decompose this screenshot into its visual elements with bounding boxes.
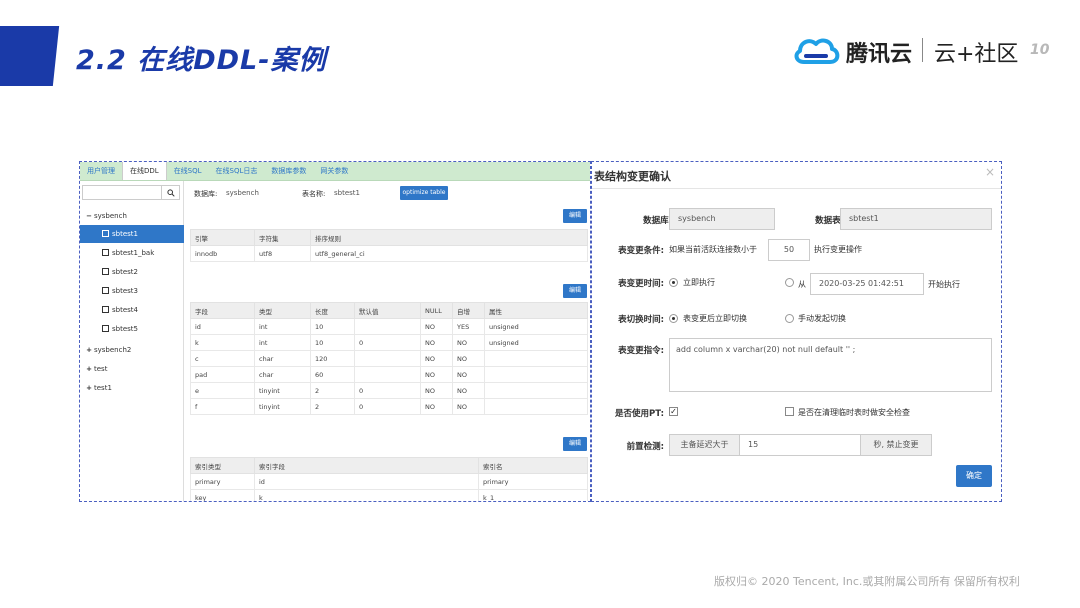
search-icon [166,188,175,197]
edit-engine-button[interactable]: 编辑 [563,209,587,223]
time-now-label: 立即执行 [683,278,715,287]
tencent-cloud-logo-icon [794,38,840,64]
col-header: 排序规则 [310,229,588,246]
copyright-footer: 版权归© 2020 Tencent, Inc.或其附属公司所有 保留所有权利 [714,575,1020,588]
table-icon [102,268,109,275]
optimize-table-button[interactable]: optimize table [400,186,448,200]
table-row: f tinyint 2 0 NO NO [190,398,588,415]
pt-label: 是否使用PT: [615,409,664,419]
logo-separator [922,38,923,62]
tab-online-sql-log[interactable]: 在线SQL日志 [209,162,265,180]
engine-table: 引擎 字符集 排序规则 innodb utf8 utf8_general_ci [190,229,588,262]
index-table: 索引类型 索引字段 索引名 primary id primary key k k_1 [190,457,588,501]
db-value: sysbench [226,189,259,197]
cond-prefix: 如果当前活跃连接数小于 [669,245,757,254]
table-row: primary id primary [190,473,588,490]
col-header: 引擎 [190,229,255,246]
time-suffix: 开始执行 [928,280,960,289]
table-icon [102,306,109,313]
logo-text: 腾讯云 [846,42,913,67]
online-ddl-panel: 用户管理 在线DDL 在线SQL 在线SQL日志 数据库参数 网关参数 − sys… [79,161,591,502]
tab-db-params[interactable]: 数据库参数 [264,162,313,180]
table-icon [102,287,109,294]
time-label: 表变更时间: [618,279,664,289]
switch-label: 表切换时间: [618,315,664,325]
table-row: pad char 60 NO NO [190,366,588,383]
edit-index-button[interactable]: 编辑 [563,437,587,451]
use-pt-checkbox[interactable]: ✓ [669,407,678,416]
page-number: 10 [1030,42,1050,58]
radio-execute-now[interactable] [669,278,678,287]
precheck-suffix: 秒, 禁止变更 [860,434,932,456]
tab-user-management[interactable]: 用户管理 [80,162,122,180]
logo-subtext: 云+社区 [934,42,1019,67]
dialog-table-input[interactable]: sbtest1 [840,208,992,230]
tab-bar: 用户管理 在线DDL 在线SQL 在线SQL日志 数据库参数 网关参数 [80,162,590,181]
columns-table: 字段 类型 长度 默认值 NULL 自增 属性 id int 10 NO YES unsi… [190,302,588,415]
dialog-table-label: 数据表: [815,216,844,226]
time-from-label: 从 [798,280,806,289]
table-detail: 数据库: sysbench 表名称: sbtest1 optimize tabl… [186,181,590,501]
search-button[interactable] [161,186,179,199]
close-icon[interactable]: × [985,165,995,179]
tab-gateway-params[interactable]: 网关参数 [313,162,355,180]
dialog-title: 表结构变更确认 [594,170,671,183]
tree-node-sysbench[interactable]: − sysbench [80,207,184,225]
cleanup-check-checkbox[interactable] [785,407,794,416]
alter-command-textarea[interactable]: add column x varchar(20) not null defaul… [669,338,992,392]
tree-node-sbtest3[interactable]: sbtest3 [80,282,184,300]
dialog-divider [592,188,1001,189]
table-row: key k k_1 [190,489,588,501]
tree-node-sbtest2[interactable]: sbtest2 [80,263,184,281]
table-row: innodb utf8 utf8_general_ci [190,245,588,262]
tree-node-sbtest1-bak[interactable]: sbtest1_bak [80,244,184,262]
tree-node-test[interactable]: + test [80,360,184,378]
connection-limit-input[interactable]: 50 [768,239,810,261]
tree-node-sbtest1[interactable]: sbtest1 [80,225,184,243]
dialog-db-label: 数据库: [643,216,672,226]
db-tree: − sysbench sbtest1 sbtest1_bak sbtest2 sb… [80,181,184,501]
delay-threshold-input[interactable]: 15 [739,434,861,456]
tab-online-ddl[interactable]: 在线DDL [122,162,167,180]
switch-manual-label: 手动发起切换 [798,314,846,323]
table-row: k int 10 0 NO NO unsigned [190,334,588,351]
slide-title: 2.2 在线DDL-案例 [76,45,327,76]
radio-execute-from[interactable] [785,278,794,287]
cond-label: 表变更条件: [618,246,664,256]
table-row: id int 10 NO YES unsigned [190,318,588,335]
cond-suffix: 执行变更操作 [814,245,862,254]
precheck-prefix: 主备延迟大于 [669,434,740,456]
precheck-label: 前置检测: [626,442,664,452]
table-icon [102,325,109,332]
tab-online-sql[interactable]: 在线SQL [167,162,209,180]
cleanup-label: 是否在清理临时表时做安全检查 [798,408,910,417]
cmd-label: 表变更指令: [618,346,664,356]
tree-node-sysbench2[interactable]: + sysbench2 [80,341,184,359]
table-row: c char 120 NO NO [190,350,588,367]
table-icon [102,230,109,237]
tree-node-sbtest5[interactable]: sbtest5 [80,320,184,338]
tree-node-test1[interactable]: + test1 [80,379,184,397]
tree-node-sbtest4[interactable]: sbtest4 [80,301,184,319]
table-value: sbtest1 [334,189,360,197]
radio-switch-auto[interactable] [669,314,678,323]
radio-switch-manual[interactable] [785,314,794,323]
table-icon [102,249,109,256]
switch-auto-label: 表变更后立即切换 [683,314,747,323]
tree-search-input[interactable] [82,185,180,200]
schema-change-dialog: 表结构变更确认 × 数据库: sysbench 数据表: sbtest1 表变更… [591,161,1002,502]
table-row: e tinyint 2 0 NO NO [190,382,588,399]
edit-columns-button[interactable]: 编辑 [563,284,587,298]
col-header: 字符集 [254,229,311,246]
confirm-button[interactable]: 确定 [956,465,992,487]
db-label: 数据库: [194,190,218,198]
start-time-input[interactable]: 2020-03-25 01:42:51 [810,273,924,295]
table-label: 表名称: [302,190,326,198]
dialog-db-input[interactable]: sysbench [669,208,775,230]
